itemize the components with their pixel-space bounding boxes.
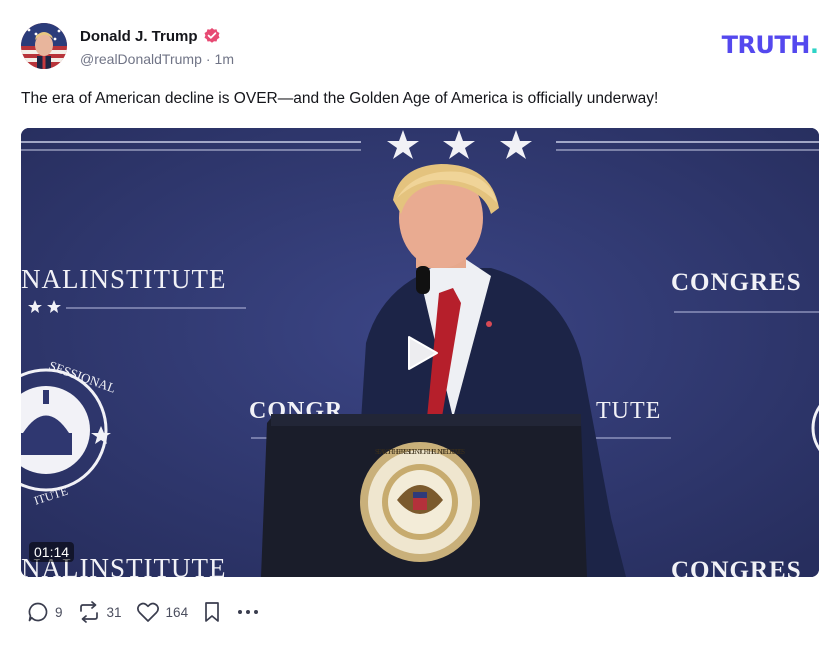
more-icon: [238, 610, 259, 614]
heart-icon: [136, 602, 159, 622]
bookmark-icon: [205, 602, 219, 622]
truth-logo[interactable]: TRUTH.: [722, 31, 819, 59]
backdrop-text-center-right: TUTE: [596, 398, 661, 424]
author-name[interactable]: Donald J. Trump: [80, 28, 198, 45]
play-button[interactable]: [401, 333, 441, 373]
repost-button[interactable]: 31: [77, 601, 122, 623]
author-meta: Donald J. Trump @realDonaldTrump · 1m: [80, 25, 234, 68]
backdrop-text-right: CONGRES: [671, 269, 802, 296]
reply-icon: [28, 602, 48, 622]
play-icon: [408, 336, 438, 370]
bookmark-button[interactable]: [202, 601, 222, 623]
repost-count: 31: [106, 604, 122, 620]
video-duration: 01:14: [29, 542, 75, 562]
reply-count: 9: [55, 604, 63, 620]
author-handle[interactable]: @realDonaldTrump: [80, 51, 202, 67]
podium-seal-text: SEAL OF THE PRESIDENT OF THE UNITED STAT…: [375, 448, 465, 456]
post-body-text: The era of American decline is OVER—and …: [21, 90, 659, 107]
truth-post: Donald J. Trump @realDonaldTrump · 1m TR…: [0, 0, 840, 649]
author-handle-row: @realDonaldTrump · 1m: [80, 51, 234, 67]
video-player[interactable]: NALINSTITUTE SESSIONAL ITUTE CONGRES CON…: [21, 128, 819, 577]
meta-separator: ·: [205, 51, 211, 67]
post-header: Donald J. Trump @realDonaldTrump · 1m: [21, 22, 234, 70]
backdrop-text-bottom-right: CONGRES: [671, 557, 802, 577]
verified-badge-icon: [203, 27, 221, 45]
logo-text: TRUTH: [721, 31, 811, 59]
backdrop-text-left: NALINSTITUTE: [21, 264, 226, 294]
post-actions: 9 31 164: [27, 598, 274, 626]
logo-dot: .: [809, 31, 819, 59]
repost-icon: [79, 601, 98, 623]
like-button[interactable]: 164: [136, 601, 189, 623]
reply-button[interactable]: 9: [27, 601, 63, 623]
more-button[interactable]: [236, 601, 260, 623]
author-name-row: Donald J. Trump: [80, 25, 234, 47]
post-time[interactable]: 1m: [215, 51, 234, 67]
like-count: 164: [165, 604, 189, 620]
avatar[interactable]: [21, 23, 67, 69]
